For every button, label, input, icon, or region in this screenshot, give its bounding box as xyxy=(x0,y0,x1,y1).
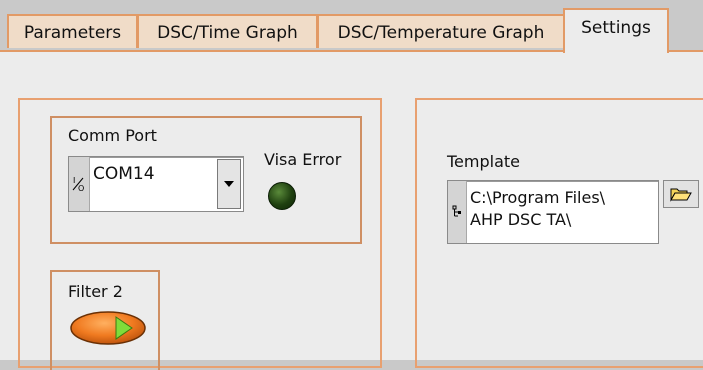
tab-settings[interactable]: Settings xyxy=(563,8,669,53)
tab-parameters[interactable]: Parameters xyxy=(7,14,138,48)
visa-error-label: Visa Error xyxy=(264,150,342,169)
folder-open-icon xyxy=(670,188,692,202)
svg-text:O: O xyxy=(78,184,84,193)
tab-dsc-temperature-graph[interactable]: DSC/Temperature Graph xyxy=(317,14,565,48)
settings-panel: Comm Port I O COM14 Visa Error Filter 2 … xyxy=(0,50,703,370)
right-settings-frame: Template C:\Program Files\ AHP DSC TA\ xyxy=(415,98,703,368)
tab-bar: Parameters DSC/Time Graph DSC/Temperatur… xyxy=(0,0,703,53)
comm-port-label: Comm Port xyxy=(68,126,157,145)
comm-port-group: Comm Port I O COM14 Visa Error xyxy=(50,116,362,244)
template-path-value: C:\Program Files\ AHP DSC TA\ xyxy=(470,188,606,229)
tab-dsc-time-graph[interactable]: DSC/Time Graph xyxy=(137,14,318,48)
chevron-down-icon xyxy=(224,181,234,187)
filter-label: Filter 2 xyxy=(68,282,123,301)
comm-port-select[interactable]: I O COM14 xyxy=(68,156,244,212)
comm-port-value: COM14 xyxy=(93,164,155,184)
template-label: Template xyxy=(447,152,521,171)
comm-port-dropdown-button[interactable] xyxy=(217,159,241,209)
template-path-field[interactable]: C:\Program Files\ AHP DSC TA\ xyxy=(447,180,659,244)
path-icon xyxy=(448,181,467,243)
svg-text:I: I xyxy=(73,176,75,185)
filter-toggle-button[interactable] xyxy=(70,310,146,346)
io-resource-icon: I O xyxy=(69,157,90,211)
visa-error-led xyxy=(268,182,296,210)
left-settings-frame: Comm Port I O COM14 Visa Error Filter 2 xyxy=(18,98,382,370)
filter-group: Filter 2 xyxy=(50,270,160,370)
browse-button[interactable] xyxy=(663,180,699,208)
